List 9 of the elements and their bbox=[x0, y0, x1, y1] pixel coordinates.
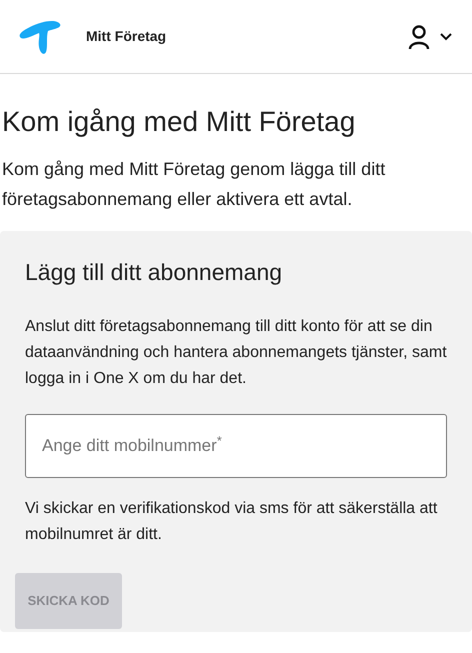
input-field[interactable]: Ange ditt mobilnummer$^{*}$ bbox=[25, 414, 447, 478]
intro-text: Kom gång med Mitt Företag genom lägga till ditt företagsabonnemang eller aktivera ett avtal. bbox=[1, 158, 386, 211]
user-icon[interactable] bbox=[408, 24, 430, 48]
card-title: Lägg till ditt abonnemang bbox=[24, 258, 284, 287]
app-title: Mitt Företag bbox=[86, 27, 166, 46]
page-title: Kom igång med Mitt Företag bbox=[1, 105, 356, 139]
chevron-down-icon[interactable] bbox=[440, 32, 452, 40]
sms-note: Vi skickar en verifikationskod via sms för att säkerställa att mobilnumret är ditt. bbox=[24, 499, 438, 545]
card-description: Anslut ditt företagsabonnemang till ditt konto för att se din dataanvändning och hantera abonnemangets tjänster, samt logga in i One X om du har det. bbox=[24, 317, 448, 389]
